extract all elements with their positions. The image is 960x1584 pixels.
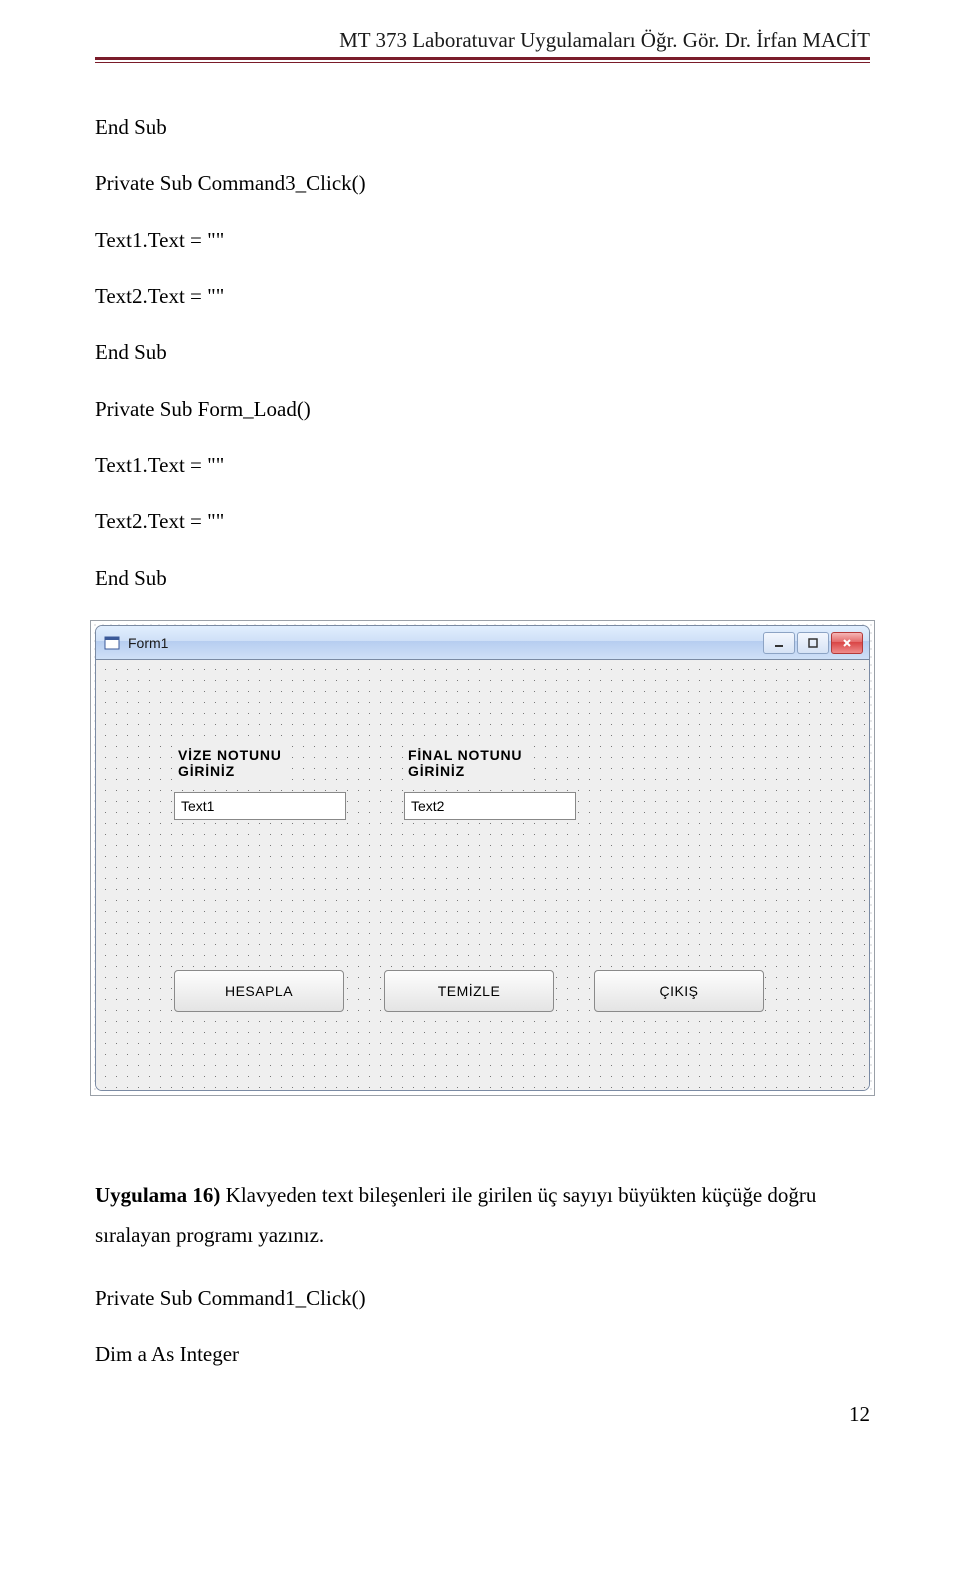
code-line: Text2.Text = "" [95, 282, 870, 310]
header-divider [95, 57, 870, 63]
form-icon [104, 635, 120, 651]
page-number: 12 [849, 1402, 870, 1427]
header-text: MT 373 Laboratuvar Uygulamaları Öğr. Gör… [95, 0, 870, 57]
form-body[interactable]: VİZE NOTUNU GİRİNİZ FİNAL NOTUNU GİRİNİZ… [96, 660, 869, 1090]
exercise-title: Uygulama 16) [95, 1183, 220, 1207]
maximize-button[interactable] [797, 632, 829, 654]
exercise-text: Uygulama 16) Klavyeden text bileşenleri … [95, 1176, 870, 1256]
cikis-button[interactable]: ÇIKIŞ [594, 970, 764, 1012]
code-line: Text1.Text = "" [95, 226, 870, 254]
code-line: Text1.Text = "" [95, 451, 870, 479]
vb-window: Form1 VİZE NOTUNU GİRİNİZ FİNAL NOTUNU G… [95, 625, 870, 1091]
vb-form-designer: Form1 VİZE NOTUNU GİRİNİZ FİNAL NOTUNU G… [90, 620, 875, 1096]
code-line: Private Sub Command1_Click() [95, 1284, 870, 1312]
label-vize: VİZE NOTUNU GİRİNİZ [176, 745, 284, 781]
code-line: Text2.Text = "" [95, 507, 870, 535]
code-line: Private Sub Command3_Click() [95, 169, 870, 197]
temizle-button[interactable]: TEMİZLE [384, 970, 554, 1012]
code-line: End Sub [95, 564, 870, 592]
titlebar[interactable]: Form1 [96, 626, 869, 660]
minimize-button[interactable] [763, 632, 795, 654]
code-line: End Sub [95, 113, 870, 141]
label-final: FİNAL NOTUNU GİRİNİZ [406, 745, 524, 781]
text2-input[interactable] [404, 792, 576, 820]
code-line: Private Sub Form_Load() [95, 395, 870, 423]
code-line: End Sub [95, 338, 870, 366]
window-buttons [763, 632, 863, 654]
window-title: Form1 [128, 635, 763, 651]
code-block-2: Private Sub Command1_Click() Dim a As In… [95, 1284, 870, 1369]
code-line: Dim a As Integer [95, 1340, 870, 1368]
text1-input[interactable] [174, 792, 346, 820]
hesapla-button[interactable]: HESAPLA [174, 970, 344, 1012]
code-block-1: End Sub Private Sub Command3_Click() Tex… [95, 113, 870, 592]
close-button[interactable] [831, 632, 863, 654]
